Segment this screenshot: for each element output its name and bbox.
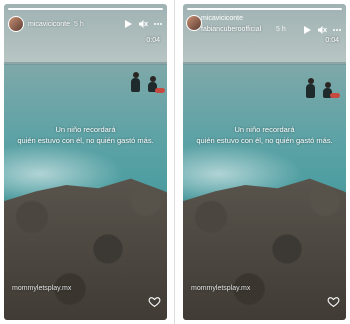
heart-icon[interactable] [148, 295, 161, 308]
caption-line-2: quién estuvo con él, no quién gastó más. [196, 136, 333, 145]
float-toy [155, 88, 165, 93]
float-toy [330, 93, 340, 98]
story-caption: Un niño recordará quién estuvo con él, n… [4, 124, 167, 146]
heart-icon[interactable] [327, 295, 340, 308]
horizon [183, 62, 346, 65]
play-icon[interactable] [301, 24, 312, 35]
video-timer: 0:04 [146, 37, 160, 44]
story-header: micaviciconte 5 h [8, 13, 163, 35]
time-ago: 5 h [74, 20, 84, 28]
video-timer: 0:04 [325, 37, 339, 44]
caption-line-1: Un niño recordará [234, 125, 295, 134]
person [131, 78, 140, 92]
time-ago: 5 h [276, 26, 286, 33]
watermark: mommyletsplay.mx [12, 285, 72, 292]
person [306, 84, 315, 98]
caption-line-2: quién estuvo con él, no quién gastó más. [17, 136, 154, 145]
horizon [4, 62, 167, 65]
speaker-muted-icon[interactable] [316, 24, 327, 35]
username[interactable]: fabiancuberoofficial [201, 26, 261, 33]
watermark: mommyletsplay.mx [191, 285, 251, 292]
story-right[interactable]: micaviciconte fabiancuberoofficial 5 h 0… [183, 4, 346, 320]
username[interactable]: micaviciconte [28, 21, 70, 28]
more-horizontal-icon[interactable] [152, 19, 163, 30]
avatar[interactable] [8, 16, 24, 32]
caption-line-1: Un niño recordará [55, 125, 116, 134]
divider [174, 0, 175, 324]
speaker-muted-icon[interactable] [137, 19, 148, 30]
story-left[interactable]: micaviciconte 5 h 0:04 Un niño recordará… [4, 4, 167, 320]
original-username[interactable]: micaviciconte [201, 15, 243, 22]
play-icon[interactable] [122, 19, 133, 30]
story-header: micaviciconte fabiancuberoofficial 5 h [186, 10, 342, 40]
avatar[interactable] [186, 15, 202, 31]
story-progress-bar [8, 8, 163, 10]
more-horizontal-icon[interactable] [331, 24, 342, 35]
story-caption: Un niño recordará quién estuvo con él, n… [183, 124, 346, 146]
